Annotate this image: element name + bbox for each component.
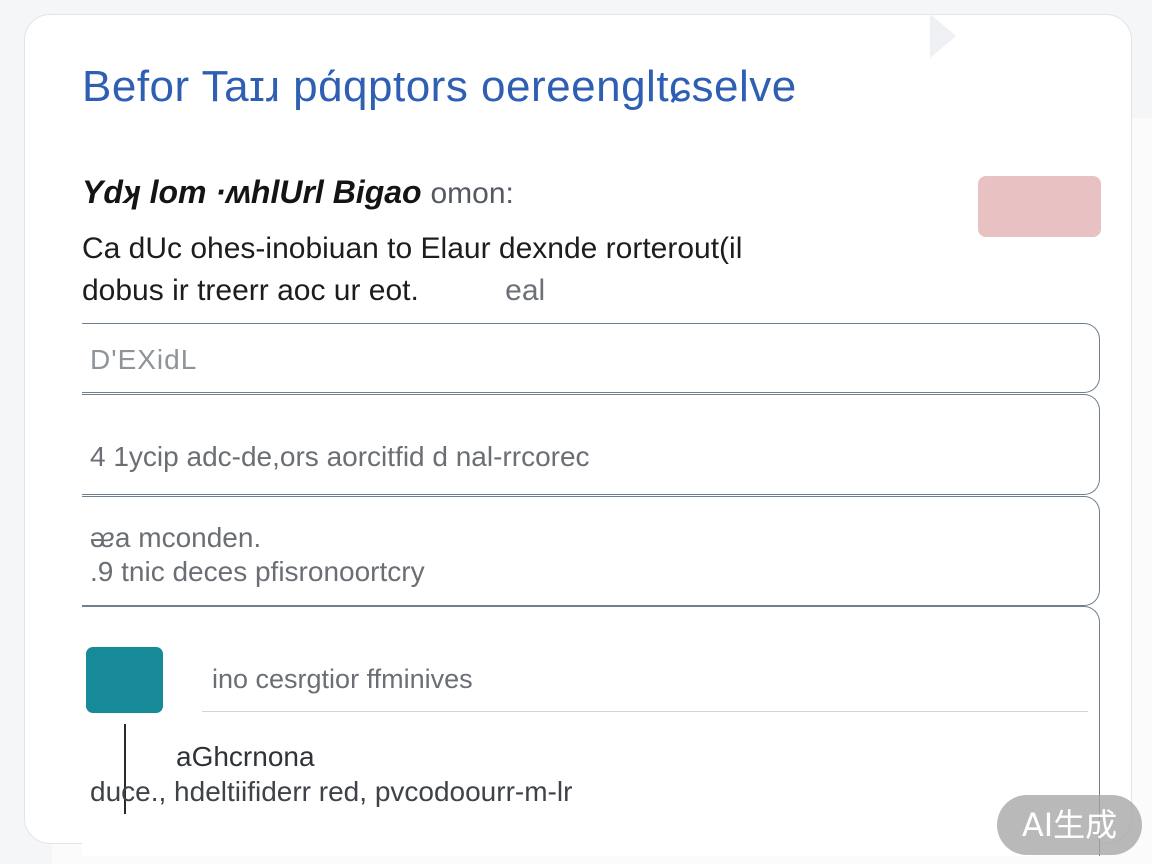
textarea-field-3-line-2: .9 tnic deces pfisronoortcry [90,556,425,587]
description-line-2-faded: eal [505,274,546,307]
page-title: Befor Taɪɹ pɑ́qptors oereengltɕselve [82,62,797,111]
page: Befor Taɪɹ pɑ́qptors oereengltɕselve Ydʞ… [0,0,1152,864]
textarea-field-3-line-1: ᴂa mconden. [90,522,262,553]
decorative-triangle-icon [930,14,956,58]
tag-color-button[interactable] [978,176,1101,237]
section-heading: Ydʞ lom ·ʍhlUrl Bigao omon: [82,174,514,211]
section-description: Ca dUc ohes-inobiuan to Elaur dexnde ror… [82,228,942,312]
section-heading-bold: Ydʞ lom ·ʍhlUrl Bigao [82,174,422,210]
text-field-1-placeholder: D'EXidL [90,344,198,375]
description-line-2-text: dobus ir treerr aoc ur eot. [82,274,419,307]
section-heading-light: omon: [430,177,514,210]
color-name-input[interactable]: ino cesrgtior ffminives [212,664,473,695]
color-field-subtitle: aGhcrnona [176,741,315,772]
ai-generated-badge: AI生成 [997,795,1142,855]
description-line-2: dobus ir treerr aoc ur eot. eal [82,270,942,312]
color-field-group [82,606,1100,856]
text-field-2[interactable]: 4 1ycip adc-de,ors aorcitfid d nal-rrcor… [82,394,1100,495]
text-field-1[interactable]: D'EXidL [82,323,1100,393]
text-field-2-value: 4 1ycip adc-de,ors aorcitfid d nal-rrcor… [90,441,590,472]
color-name-underline [202,711,1088,712]
description-line-1: Ca dUc ohes-inobiuan to Elaur dexnde ror… [82,232,743,265]
color-swatch[interactable] [86,647,163,713]
textarea-field-3[interactable]: ᴂa mconden. .9 tnic deces pfisronoortcry [82,496,1100,606]
color-field-description: duce., hdeltiifiderr red, pvcodoourr-m-l… [90,776,573,807]
